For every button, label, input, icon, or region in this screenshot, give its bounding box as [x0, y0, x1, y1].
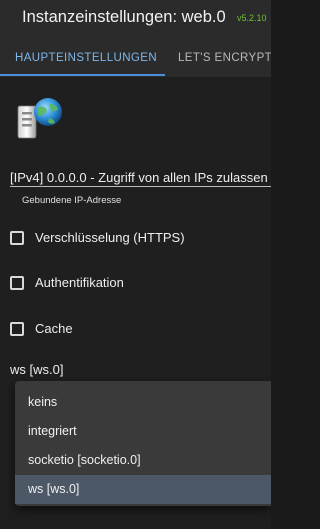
- menu-item-socketio[interactable]: socketio [socketio.0]: [15, 446, 271, 475]
- socket-dropdown-menu: keins integriert socketio [socketio.0] w…: [15, 381, 271, 506]
- bind-ip-underline: [10, 186, 271, 187]
- https-label: Verschlüsselung (HTTPS): [35, 230, 185, 245]
- active-tab-indicator: [0, 74, 165, 76]
- bind-ip-label: Gebundene IP-Adresse: [22, 195, 122, 206]
- auth-label: Authentifikation: [35, 275, 124, 290]
- web-adapter-logo-icon: [17, 98, 62, 139]
- auth-option[interactable]: Authentifikation: [10, 275, 124, 290]
- title-bar: Instanzeinstellungen: web.0 v5.2.10: [0, 0, 271, 36]
- https-option[interactable]: Verschlüsselung (HTTPS): [10, 230, 185, 245]
- menu-item-keins[interactable]: keins: [15, 388, 271, 417]
- socket-select[interactable]: ws [ws.0]: [10, 362, 63, 377]
- cache-checkbox[interactable]: [10, 321, 24, 336]
- tab-bar: HAUPTEINSTELLUNGEN LET'S ENCRYPT: [0, 36, 271, 77]
- cache-option[interactable]: Cache: [10, 321, 73, 336]
- cache-label: Cache: [35, 321, 73, 336]
- menu-item-integriert[interactable]: integriert: [15, 417, 271, 446]
- tab-lets-encrypt[interactable]: LET'S ENCRYPT: [178, 52, 271, 64]
- https-checkbox[interactable]: [10, 230, 24, 245]
- adapter-version: v5.2.10: [237, 13, 267, 23]
- menu-item-ws[interactable]: ws [ws.0]: [15, 475, 271, 504]
- auth-checkbox[interactable]: [10, 275, 24, 290]
- dialog-title: Instanzeinstellungen: web.0: [22, 8, 226, 26]
- tab-main-settings[interactable]: HAUPTEINSTELLUNGEN: [15, 52, 157, 64]
- instance-settings-dialog: Instanzeinstellungen: web.0 v5.2.10 HAUP…: [0, 0, 271, 529]
- bind-ip-select[interactable]: [IPv4] 0.0.0.0 - Zugriff von allen IPs z…: [10, 170, 268, 185]
